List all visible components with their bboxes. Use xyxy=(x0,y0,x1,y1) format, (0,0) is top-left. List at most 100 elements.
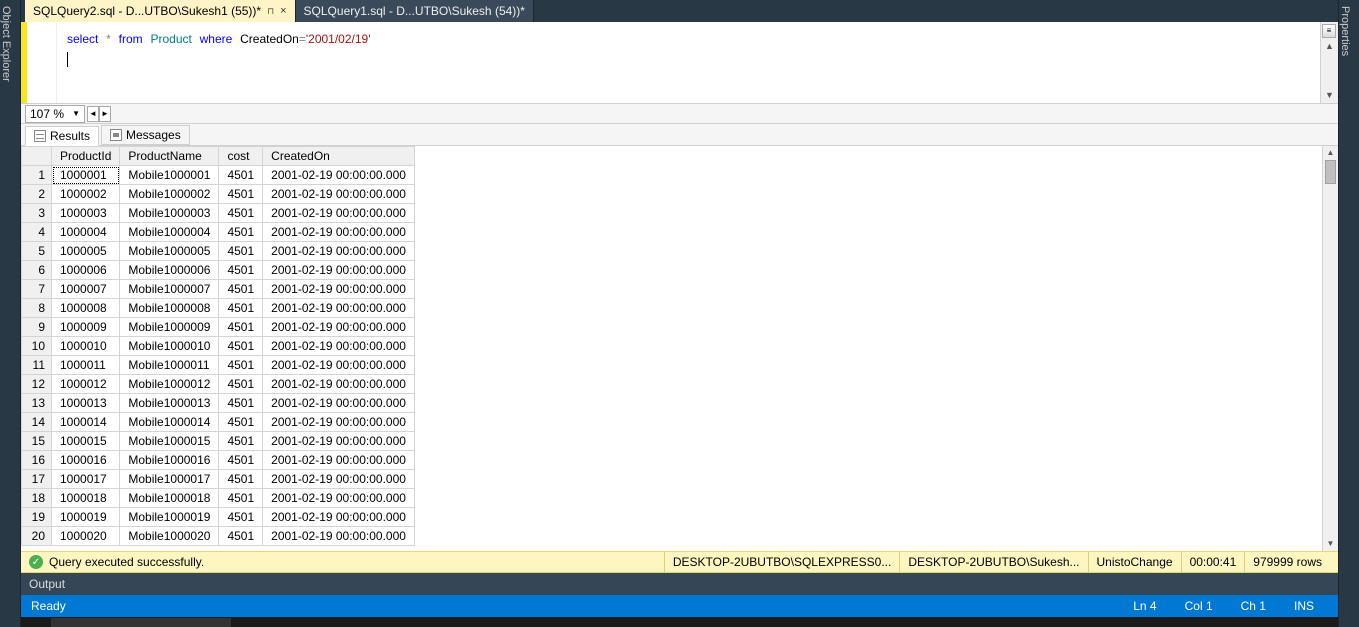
cell-createdon[interactable]: 2001-02-19 00:00:00.000 xyxy=(263,432,415,451)
header-createdon[interactable]: CreatedOn xyxy=(263,147,415,166)
cell-cost[interactable]: 4501 xyxy=(219,242,263,261)
cell-createdon[interactable]: 2001-02-19 00:00:00.000 xyxy=(263,185,415,204)
cell-productname[interactable]: Mobile1000018 xyxy=(120,489,219,508)
cell-productid[interactable]: 1000002 xyxy=(52,185,120,204)
table-row[interactable]: 111000011Mobile100001145012001-02-19 00:… xyxy=(22,356,415,375)
rownum-cell[interactable]: 8 xyxy=(22,299,52,318)
cell-productname[interactable]: Mobile1000010 xyxy=(120,337,219,356)
cell-cost[interactable]: 4501 xyxy=(219,299,263,318)
cell-cost[interactable]: 4501 xyxy=(219,413,263,432)
object-explorer-panel[interactable]: Object Explorer xyxy=(0,0,21,627)
rownum-cell[interactable]: 12 xyxy=(22,375,52,394)
cell-productid[interactable]: 1000006 xyxy=(52,261,120,280)
cell-productname[interactable]: Mobile1000011 xyxy=(120,356,219,375)
cell-cost[interactable]: 4501 xyxy=(219,432,263,451)
rownum-cell[interactable]: 10 xyxy=(22,337,52,356)
nav-left-icon[interactable]: ◄ xyxy=(87,106,99,122)
cell-cost[interactable]: 4501 xyxy=(219,204,263,223)
cell-productname[interactable]: Mobile1000005 xyxy=(120,242,219,261)
cell-cost[interactable]: 4501 xyxy=(219,470,263,489)
cell-createdon[interactable]: 2001-02-19 00:00:00.000 xyxy=(263,337,415,356)
cell-createdon[interactable]: 2001-02-19 00:00:00.000 xyxy=(263,356,415,375)
table-row[interactable]: 141000014Mobile100001445012001-02-19 00:… xyxy=(22,413,415,432)
results-grid[interactable]: ProductId ProductName cost CreatedOn 110… xyxy=(21,146,415,546)
cell-productid[interactable]: 1000012 xyxy=(52,375,120,394)
grid-vscrollbar[interactable]: ▲ ▼ xyxy=(1322,146,1338,551)
cell-createdon[interactable]: 2001-02-19 00:00:00.000 xyxy=(263,394,415,413)
cell-productid[interactable]: 1000008 xyxy=(52,299,120,318)
cell-cost[interactable]: 4501 xyxy=(219,489,263,508)
cell-cost[interactable]: 4501 xyxy=(219,185,263,204)
cell-productname[interactable]: Mobile1000009 xyxy=(120,318,219,337)
zoom-select[interactable]: 107 % ▼ xyxy=(25,105,85,123)
results-grid-scroller[interactable]: ProductId ProductName cost CreatedOn 110… xyxy=(21,146,1322,551)
document-tab[interactable]: SQLQuery1.sql - D...UTBO\Sukesh (54))* xyxy=(296,0,534,22)
scroll-down-icon[interactable]: ▼ xyxy=(1321,89,1338,101)
tab-messages[interactable]: Messages xyxy=(101,125,190,145)
rownum-cell[interactable]: 20 xyxy=(22,527,52,546)
cell-cost[interactable]: 4501 xyxy=(219,356,263,375)
cell-productname[interactable]: Mobile1000015 xyxy=(120,432,219,451)
cell-cost[interactable]: 4501 xyxy=(219,280,263,299)
rownum-cell[interactable]: 7 xyxy=(22,280,52,299)
cell-createdon[interactable]: 2001-02-19 00:00:00.000 xyxy=(263,451,415,470)
cell-createdon[interactable]: 2001-02-19 00:00:00.000 xyxy=(263,527,415,546)
table-row[interactable]: 201000020Mobile100002045012001-02-19 00:… xyxy=(22,527,415,546)
cell-productid[interactable]: 1000004 xyxy=(52,223,120,242)
cell-createdon[interactable]: 2001-02-19 00:00:00.000 xyxy=(263,508,415,527)
table-row[interactable]: 91000009Mobile100000945012001-02-19 00:0… xyxy=(22,318,415,337)
table-row[interactable]: 81000008Mobile100000845012001-02-19 00:0… xyxy=(22,299,415,318)
cell-createdon[interactable]: 2001-02-19 00:00:00.000 xyxy=(263,204,415,223)
cell-productid[interactable]: 1000009 xyxy=(52,318,120,337)
cell-productname[interactable]: Mobile1000004 xyxy=(120,223,219,242)
pin-icon[interactable]: ⊓ xyxy=(267,6,274,17)
table-row[interactable]: 131000013Mobile100001345012001-02-19 00:… xyxy=(22,394,415,413)
cell-createdon[interactable]: 2001-02-19 00:00:00.000 xyxy=(263,413,415,432)
cell-productname[interactable]: Mobile1000014 xyxy=(120,413,219,432)
cell-productid[interactable]: 1000001 xyxy=(52,166,120,185)
table-row[interactable]: 41000004Mobile100000445012001-02-19 00:0… xyxy=(22,223,415,242)
editor-vscrollbar[interactable]: ≡ ▲ ▼ xyxy=(1320,22,1338,103)
sql-editor[interactable]: select * from Product where CreatedOn='2… xyxy=(57,22,1338,103)
table-row[interactable]: 181000018Mobile100001845012001-02-19 00:… xyxy=(22,489,415,508)
rownum-cell[interactable]: 3 xyxy=(22,204,52,223)
cell-productid[interactable]: 1000005 xyxy=(52,242,120,261)
cell-cost[interactable]: 4501 xyxy=(219,166,263,185)
rownum-cell[interactable]: 11 xyxy=(22,356,52,375)
cell-createdon[interactable]: 2001-02-19 00:00:00.000 xyxy=(263,318,415,337)
scroll-up-icon[interactable]: ▲ xyxy=(1323,146,1338,160)
nav-right-icon[interactable]: ► xyxy=(99,106,111,122)
rownum-cell[interactable]: 2 xyxy=(22,185,52,204)
cell-productid[interactable]: 1000019 xyxy=(52,508,120,527)
rownum-cell[interactable]: 9 xyxy=(22,318,52,337)
cell-productname[interactable]: Mobile1000007 xyxy=(120,280,219,299)
cell-createdon[interactable]: 2001-02-19 00:00:00.000 xyxy=(263,470,415,489)
cell-cost[interactable]: 4501 xyxy=(219,375,263,394)
taskbar-item[interactable] xyxy=(51,618,231,627)
cell-createdon[interactable]: 2001-02-19 00:00:00.000 xyxy=(263,489,415,508)
cell-productname[interactable]: Mobile1000006 xyxy=(120,261,219,280)
cell-productname[interactable]: Mobile1000012 xyxy=(120,375,219,394)
rownum-cell[interactable]: 15 xyxy=(22,432,52,451)
cell-productname[interactable]: Mobile1000020 xyxy=(120,527,219,546)
cell-cost[interactable]: 4501 xyxy=(219,223,263,242)
header-productname[interactable]: ProductName xyxy=(120,147,219,166)
document-tab-active[interactable]: SQLQuery2.sql - D...UTBO\Sukesh1 (55))* … xyxy=(25,0,296,22)
table-row[interactable]: 11000001Mobile100000145012001-02-19 00:0… xyxy=(22,166,415,185)
table-row[interactable]: 71000007Mobile100000745012001-02-19 00:0… xyxy=(22,280,415,299)
table-row[interactable]: 171000017Mobile100001745012001-02-19 00:… xyxy=(22,470,415,489)
rownum-cell[interactable]: 19 xyxy=(22,508,52,527)
cell-productid[interactable]: 1000003 xyxy=(52,204,120,223)
cell-productid[interactable]: 1000017 xyxy=(52,470,120,489)
scroll-thumb[interactable] xyxy=(1325,160,1336,184)
tab-results[interactable]: Results xyxy=(25,126,99,146)
rownum-cell[interactable]: 4 xyxy=(22,223,52,242)
cell-productid[interactable]: 1000010 xyxy=(52,337,120,356)
table-row[interactable]: 121000012Mobile100001245012001-02-19 00:… xyxy=(22,375,415,394)
header-cost[interactable]: cost xyxy=(219,147,263,166)
table-row[interactable]: 191000019Mobile100001945012001-02-19 00:… xyxy=(22,508,415,527)
cell-productname[interactable]: Mobile1000008 xyxy=(120,299,219,318)
rownum-cell[interactable]: 6 xyxy=(22,261,52,280)
cell-cost[interactable]: 4501 xyxy=(219,508,263,527)
table-row[interactable]: 151000015Mobile100001545012001-02-19 00:… xyxy=(22,432,415,451)
